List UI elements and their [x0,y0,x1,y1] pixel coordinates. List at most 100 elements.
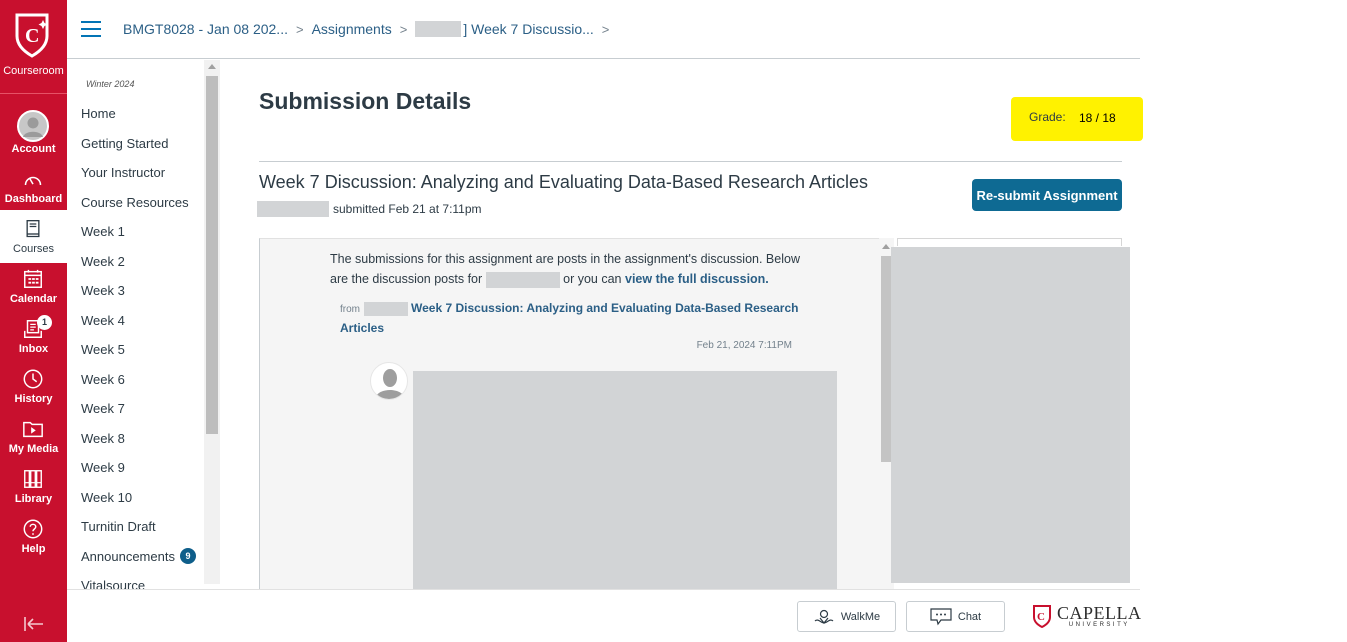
course-nav: Winter 2024 Home Getting Started Your Inst… [67,60,221,590]
breadcrumb-assignments[interactable]: Assignments [312,21,392,37]
course-nav-item-label: Your Instructor [81,165,166,180]
course-nav-item-week-7[interactable]: Week 7 [81,400,196,430]
global-nav-history[interactable]: History [0,366,67,416]
course-menu-toggle-icon[interactable] [81,21,101,37]
dashboard-gauge-icon [24,176,42,186]
global-nav-library[interactable]: Library [0,466,67,516]
svg-text:C: C [25,25,39,47]
global-nav-account[interactable]: Account [0,106,67,156]
chevron-right-icon: > [295,21,304,37]
discussion-topic-link[interactable]: Week 7 Discussion: Analyzing and Evaluat… [340,301,798,335]
breadcrumb-course[interactable]: BMGT8028 - Jan 08 202... [123,21,288,37]
course-nav-item-week-1[interactable]: Week 1 [81,223,196,253]
brand-name: CAPELLA [1057,603,1142,623]
calendar-icon [24,269,42,288]
chevron-right-icon: > [399,21,408,37]
course-nav-item-course-resources[interactable]: Course Resources [81,194,196,224]
media-folder-play-icon [23,421,43,438]
course-nav-item-home[interactable]: Home [81,105,196,135]
course-nav-item-label: Week 9 [81,460,125,475]
course-nav-item-getting-started[interactable]: Getting Started [81,135,196,165]
library-books-icon [24,470,42,488]
capella-shield-logo-icon: C [15,13,49,58]
inbox-unread-badge: 1 [37,315,52,330]
redacted-student-name [485,271,560,288]
global-nav-inbox[interactable]: 1 Inbox [0,314,67,364]
course-nav-item-week-3[interactable]: Week 3 [81,282,196,312]
global-nav-calendar[interactable]: Calendar [0,266,67,316]
chevron-right-icon: > [601,21,610,37]
courseroom-logo-link[interactable]: C Courseroom [0,0,67,94]
global-nav-dashboard[interactable]: Dashboard [0,166,67,216]
course-nav-scrollbar[interactable] [204,60,220,584]
redacted-text [415,21,462,37]
course-nav-item-label: Announcements [81,548,175,564]
course-nav-item-label: Week 8 [81,430,125,446]
submission-meta: submitted Feb 21 at 7:11pm [257,201,482,217]
main-content: Submission Details Grade: 18 / 18 Week 7… [257,60,1143,590]
avatar[interactable] [370,362,408,400]
scroll-up-icon[interactable] [208,64,216,69]
submitted-time: submitted Feb 21 at 7:11pm [333,202,482,216]
course-nav-list: Home Getting Started Your Instructor Course… [81,105,196,590]
course-nav-item-label: Week 2 [81,253,125,269]
course-nav-item-label: Week 5 [81,342,125,357]
course-nav-item-label: Home [81,106,116,121]
footer: WalkMe Chat C CAPELLA UNIVERSITY [67,589,1142,642]
course-nav-item-week-10[interactable]: Week 10 [81,489,196,519]
course-term: Winter 2024 [86,79,135,89]
brand-subtitle: UNIVERSITY [1068,622,1130,628]
walkme-label: WalkMe [840,610,881,623]
divider [259,161,1122,162]
view-full-discussion-link[interactable]: view the full discussion. [625,272,769,286]
announcements-count-badge: 9 [179,547,196,564]
course-nav-item-your-instructor[interactable]: Your Instructor [81,164,196,194]
history-clock-icon [23,369,43,389]
course-nav-item-label: Week 4 [81,312,125,328]
top-bar: BMGT8028 - Jan 08 202... > Assignments >… [67,0,1140,59]
capella-shield-icon: C [1033,605,1051,628]
discussion-submission-frame: The submissions for this assignment are … [259,238,894,590]
breadcrumb-assignment[interactable]: ] Week 7 Discussio... [463,21,593,37]
course-nav-item-week-4[interactable]: Week 4 [81,312,196,342]
scrollbar-thumb[interactable] [206,76,218,434]
chat-button[interactable]: Chat [906,601,1005,632]
post-date: Feb 21, 2024 7:11PM [696,340,792,351]
course-nav-item-week-9[interactable]: Week 9 [81,459,196,489]
global-nav-help[interactable]: Help [0,516,67,566]
redacted-post-content [413,371,837,590]
course-nav-item-week-6[interactable]: Week 6 [81,371,196,401]
grade-value: 18 / 18 [1079,111,1116,125]
global-nav: C Courseroom Account Dashboard Courses C… [0,0,67,642]
collapse-nav-icon[interactable] [22,614,46,634]
global-nav-courses[interactable]: Courses [0,210,67,263]
resubmit-assignment-button[interactable]: Re-submit Assignment [972,179,1122,211]
walkme-button[interactable]: WalkMe [797,601,896,632]
course-nav-item-turnitin-draft[interactable]: Turnitin Draft [81,518,196,548]
course-nav-item-label: Turnitin Draft [81,519,156,534]
default-user-avatar-icon [375,369,405,399]
course-nav-item-announcements[interactable]: Announcements 9 [81,547,196,578]
course-nav-item-week-5[interactable]: Week 5 [81,341,196,371]
course-nav-item-label: Course Resources [81,194,189,210]
scroll-up-icon[interactable] [882,244,890,249]
course-nav-item-label: Getting Started [81,135,169,151]
course-nav-item-label: Week 3 [81,283,125,298]
post-source: from Week 7 Discussion: Analyzing and Eva… [340,299,800,338]
course-nav-item-label: Week 10 [81,489,133,505]
side-panel-frame [897,238,1122,246]
redacted-side-panel [891,247,1130,583]
assignment-title: Week 7 Discussion: Analyzing and Evaluat… [259,172,868,192]
breadcrumb: BMGT8028 - Jan 08 202... > Assignments >… [123,21,617,37]
global-nav-my-media[interactable]: My Media [0,416,67,466]
capella-university-logo: C CAPELLA UNIVERSITY [1032,604,1142,628]
courses-book-icon [26,220,40,238]
svg-text:C: C [1037,611,1045,623]
from-label: from [340,304,360,315]
course-nav-item-label: Week 1 [81,224,125,239]
course-nav-item-week-8[interactable]: Week 8 [81,430,196,460]
chat-label: Chat [957,610,982,623]
course-nav-item-label: Week 7 [81,401,125,416]
course-nav-item-week-2[interactable]: Week 2 [81,253,196,283]
help-question-icon [23,519,43,539]
